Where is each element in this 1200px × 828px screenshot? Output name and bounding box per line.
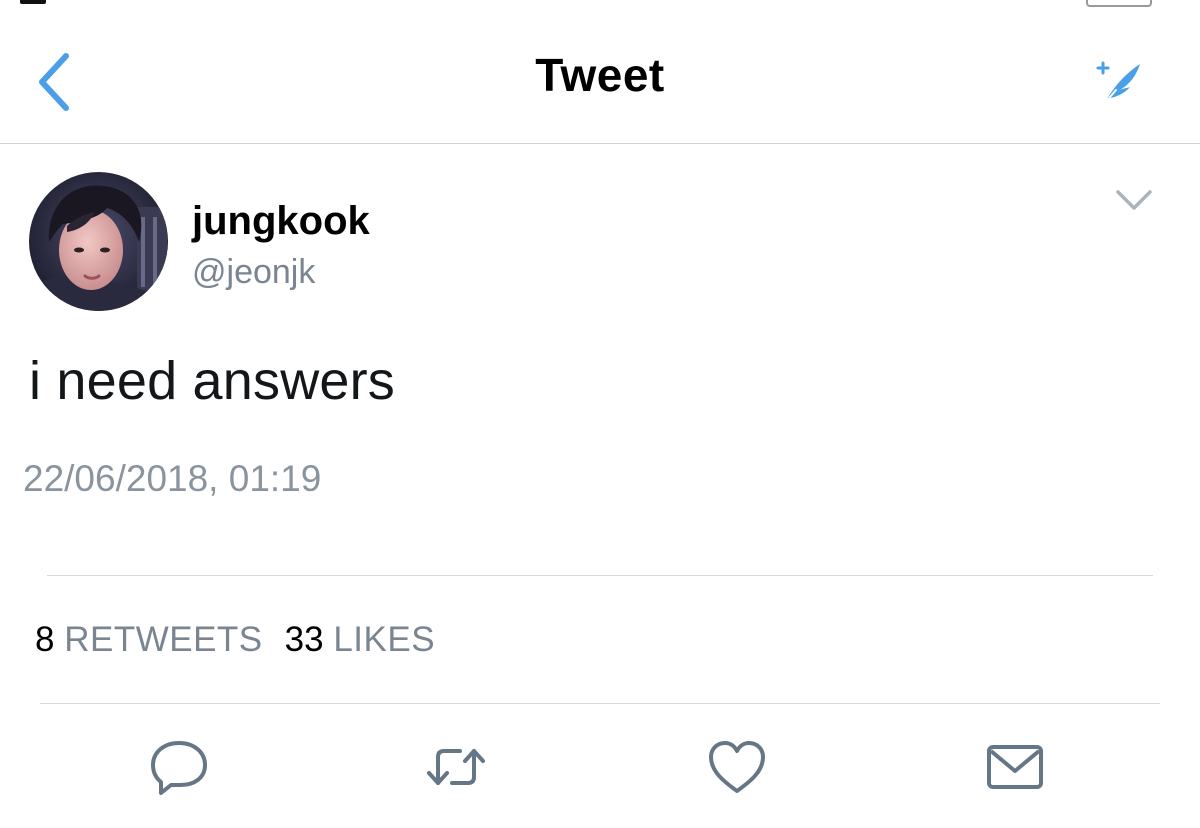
profile-photo [29,172,168,311]
retweet-button[interactable] [424,735,488,799]
tweet-text: i need answers [29,351,396,411]
reply-button[interactable] [147,735,211,799]
avatar[interactable] [29,172,168,311]
likes-stat[interactable]: 33 LIKES [285,620,435,660]
heart-icon [709,741,765,793]
reply-icon [151,741,207,795]
retweets-stat[interactable]: 8 RETWEETS [35,620,263,660]
navigation-bar: Tweet [0,8,1200,144]
direct-message-button[interactable] [983,735,1047,799]
divider [40,703,1160,704]
chevron-down-icon [1116,190,1152,210]
status-bar [0,0,1200,8]
tweet-timestamp: 22/06/2018, 01:19 [23,458,322,499]
retweet-icon [427,749,485,785]
likes-label: LIKES [333,620,436,659]
page-title: Tweet [535,49,665,101]
more-options-button[interactable] [1114,186,1154,216]
battery-icon [1086,0,1152,7]
tweet-stats: 8 RETWEETS 33 LIKES [35,620,457,660]
compose-feather-icon [1096,61,1140,105]
signal-indicator [20,0,46,4]
like-button[interactable] [705,735,769,799]
compose-tweet-button[interactable] [1090,54,1148,110]
author-handle[interactable]: @jeonjk [192,253,315,292]
retweets-count: 8 [35,620,55,659]
retweets-label: RETWEETS [64,620,263,659]
divider [47,575,1153,576]
likes-count: 33 [284,620,324,659]
author-display-name[interactable]: jungkook [192,199,370,244]
envelope-icon [987,745,1043,789]
